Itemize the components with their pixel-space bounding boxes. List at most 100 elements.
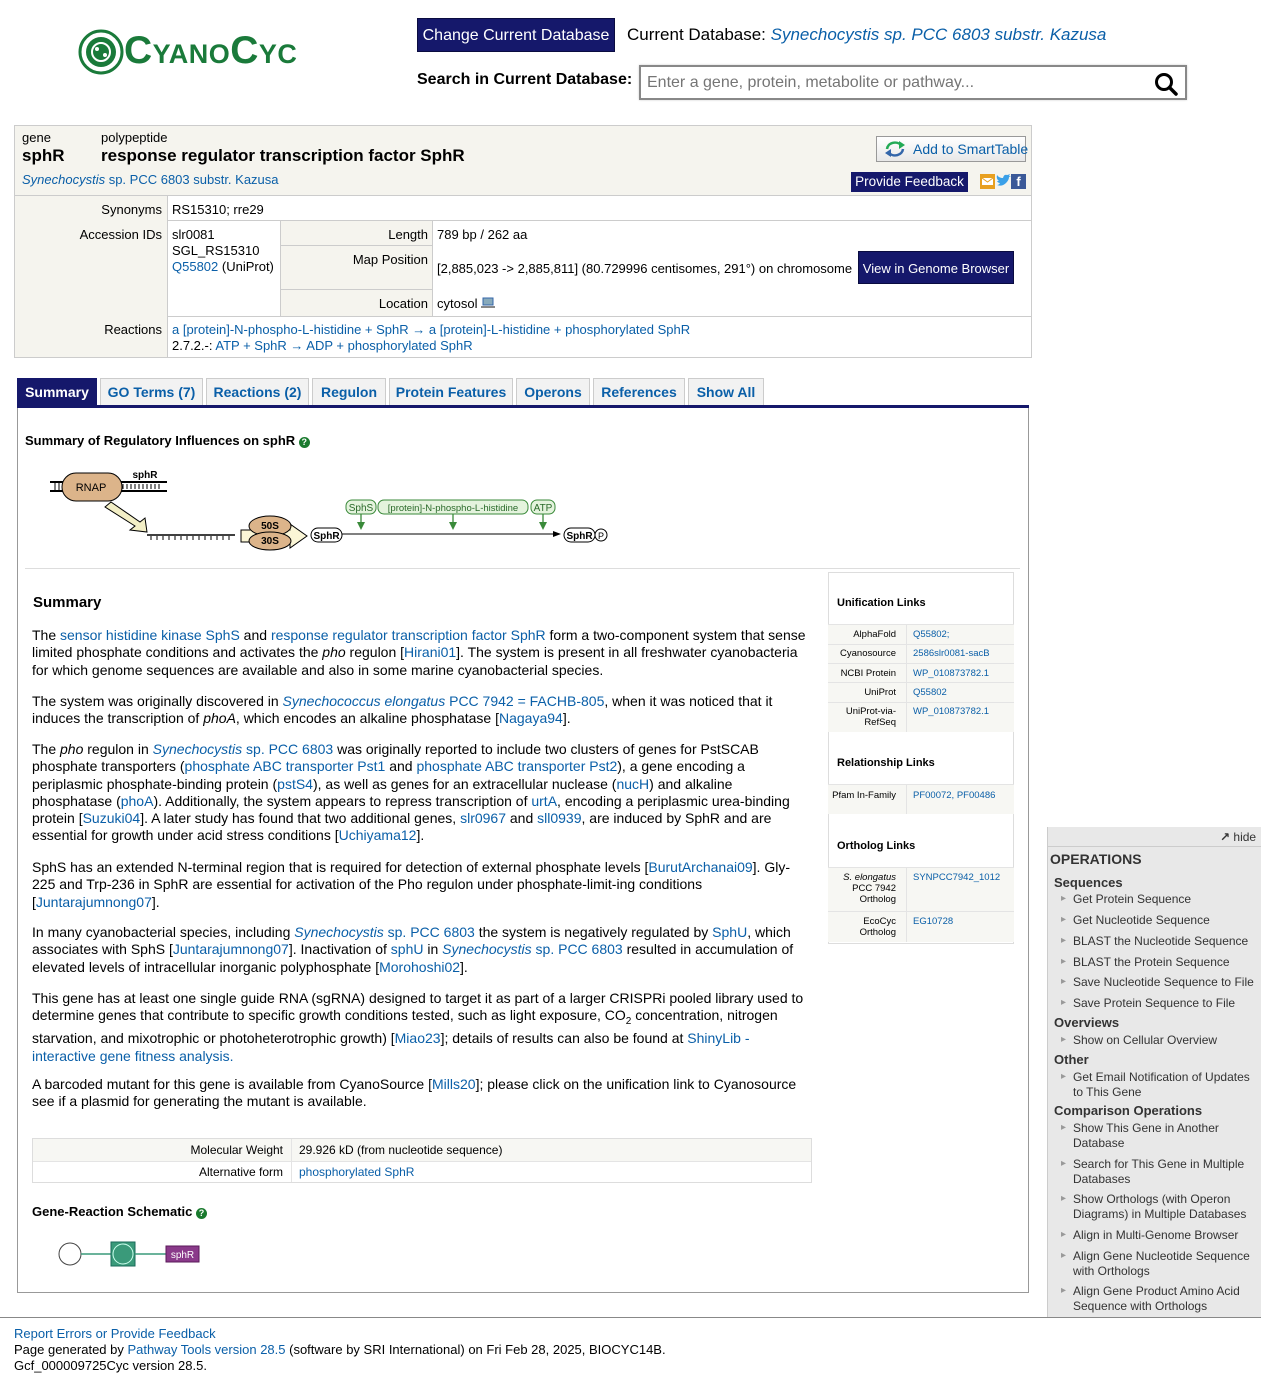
tab-regulon[interactable]: Regulon	[312, 378, 386, 406]
gene-name: sphR	[22, 146, 65, 165]
operations-item[interactable]: Show on Cellular Overview	[1061, 1033, 1258, 1048]
operations-item[interactable]: Get Nucleotide Sequence	[1061, 913, 1258, 928]
inline-link[interactable]: sp. PCC 6803	[532, 941, 623, 957]
cyanosource-link[interactable]: 2586slr0081-sacB	[913, 648, 990, 659]
inline-link[interactable]: Morohoshi02	[379, 959, 460, 975]
tab-summary[interactable]: Summary	[17, 378, 97, 406]
operations-item[interactable]: Search for This Gene in Multiple Databas…	[1061, 1157, 1258, 1186]
operations-item[interactable]: Show This Gene in Another Database	[1061, 1121, 1258, 1150]
ncbi-protein-link[interactable]: WP_010873782.1	[913, 668, 989, 679]
search-input[interactable]	[645, 72, 1150, 94]
inline-link[interactable]: phosphate ABC transporter Pst1	[185, 758, 386, 774]
add-to-smarttable-button[interactable]: Add to SmartTable	[876, 136, 1029, 162]
inline-link[interactable]: Synechocystis	[442, 941, 531, 957]
add-to-smarttable-label: Add to SmartTable	[913, 141, 1029, 157]
operations-item[interactable]: Align Gene Nucleotide Sequence with Orth…	[1061, 1249, 1258, 1278]
tab-protein-features[interactable]: Protein Features	[389, 378, 513, 406]
help-icon[interactable]: ?	[298, 437, 310, 448]
uniprot-link[interactable]: Q55802	[913, 687, 947, 698]
inline-link[interactable]: pstS4	[277, 776, 313, 792]
tab-go-terms[interactable]: GO Terms (7)	[100, 378, 203, 406]
accession-values: slr0081 SGL_RS15310 Q55802 (UniProt)	[172, 227, 274, 274]
inline-link[interactable]: Miao23	[395, 1030, 441, 1046]
unification-label: UniProt	[864, 687, 896, 698]
ortholog-link[interactable]: SYNPCC7942_1012	[913, 872, 1000, 883]
inline-link[interactable]: Suzuki04	[83, 810, 141, 826]
inline-link[interactable]: Synechococcus elongatus	[283, 693, 446, 709]
inline-link[interactable]: sensor histidine kinase SphS	[60, 627, 240, 643]
inline-link[interactable]: slr0967	[460, 810, 506, 826]
inline-link[interactable]: Nagaya94	[499, 710, 563, 726]
svg-text:ATP: ATP	[534, 503, 553, 514]
operations-item[interactable]: Align Gene Product Amino Acid Sequence w…	[1061, 1284, 1258, 1313]
genome-browser-button[interactable]: View in Genome Browser	[858, 251, 1014, 284]
alphafold-link[interactable]: Q55802;	[913, 629, 949, 640]
hide-operations-link[interactable]: ↗ hide	[1220, 830, 1256, 844]
inline-link[interactable]: sll0939	[537, 810, 581, 826]
uniprot-link[interactable]: Q55802	[172, 259, 218, 274]
reaction-link[interactable]: ATP + SphR → ADP + phosphorylated SphR	[215, 338, 472, 353]
search-icon[interactable]	[1153, 71, 1179, 97]
inline-link[interactable]: BurutArchanai09	[648, 859, 752, 875]
inline-link[interactable]: sphU	[391, 941, 424, 957]
inline-link[interactable]: Mills20	[432, 1076, 476, 1092]
organism-link[interactable]: Synechocystis sp. PCC 6803 substr. Kazus…	[22, 172, 279, 187]
operations-item[interactable]: Get Protein Sequence	[1061, 892, 1258, 907]
cyanocyc-logo-icon[interactable]	[78, 29, 124, 75]
location-value: cytosol	[437, 296, 496, 311]
inline-link[interactable]: sp. PCC 6803	[384, 924, 475, 940]
facebook-icon[interactable]: f	[1011, 174, 1026, 189]
cell-location-icon[interactable]	[481, 297, 496, 309]
schematic-title: Gene-Reaction Schematic ?	[32, 1204, 208, 1219]
help-icon[interactable]: ?	[196, 1208, 208, 1219]
pfam-links[interactable]: PF00072, PF00486	[913, 790, 995, 801]
search-box	[639, 65, 1187, 100]
logo-text[interactable]: CyanoCyc	[124, 29, 297, 73]
uniprot-refseq-link[interactable]: WP_010873782.1	[913, 706, 989, 717]
twitter-icon[interactable]	[996, 174, 1011, 189]
inline-link[interactable]: sp. PCC 6803	[242, 741, 333, 757]
unification-links-title: Unification Links	[837, 597, 926, 609]
ortholog-link[interactable]: EG10728	[913, 916, 953, 927]
inline-link[interactable]: Juntarajumnong07	[173, 941, 289, 957]
change-database-button[interactable]: Change Current Database	[417, 18, 615, 52]
operations-item[interactable]: Align in Multi-Genome Browser	[1061, 1228, 1258, 1243]
inline-link[interactable]: Uchiyama12	[339, 827, 417, 843]
reaction-link[interactable]: a [protein]-N-phospho-L-histidine + SphR…	[172, 322, 690, 338]
inline-link[interactable]: Synechocystis	[153, 741, 242, 757]
unification-label: UniProt-via-RefSeq	[845, 706, 896, 728]
operations-item[interactable]: BLAST the Protein Sequence	[1061, 955, 1258, 970]
operations-item[interactable]: Save Nucleotide Sequence to File	[1061, 975, 1258, 990]
email-icon[interactable]	[980, 174, 995, 189]
tab-operons[interactable]: Operons	[516, 378, 590, 406]
inline-link[interactable]: phoA	[121, 793, 154, 809]
provide-feedback-button[interactable]: Provide Feedback	[851, 172, 968, 192]
inline-link[interactable]: response regulator transcription factor …	[271, 627, 546, 643]
pathway-tools-link[interactable]: Pathway Tools version 28.5	[127, 1342, 285, 1357]
summary-paragraph: In many cyanobacterial species, includin…	[32, 924, 794, 975]
inline-link[interactable]: urtA	[531, 793, 557, 809]
summary-paragraph: The sensor histidine kinase SphS and res…	[32, 627, 806, 678]
inline-link[interactable]: SphU	[712, 924, 747, 940]
unification-label: Cyanosource	[840, 648, 896, 659]
operations-item[interactable]: Save Protein Sequence to File	[1061, 996, 1258, 1011]
mw-value: 29.926 kD (from nucleotide sequence)	[299, 1143, 503, 1157]
tab-reactions[interactable]: Reactions (2)	[206, 378, 309, 406]
current-database-link[interactable]: Synechocystis sp. PCC 6803 substr. Kazus…	[771, 25, 1107, 44]
tab-show-all[interactable]: Show All	[688, 378, 764, 406]
report-errors-link[interactable]: Report Errors or Provide Feedback	[14, 1326, 216, 1341]
inline-link[interactable]: phosphate ABC transporter Pst2	[416, 758, 617, 774]
refresh-arrows-icon	[885, 141, 905, 157]
inline-link[interactable]: PCC 7942 = FACHB-805	[445, 693, 604, 709]
operations-item[interactable]: Show Orthologs (with Operon Diagrams) in…	[1061, 1192, 1258, 1221]
inline-link[interactable]: Hirani01	[404, 644, 456, 660]
operations-item[interactable]: BLAST the Nucleotide Sequence	[1061, 934, 1258, 949]
tab-references[interactable]: References	[593, 378, 685, 406]
inline-link[interactable]: Synechocystis	[294, 924, 383, 940]
gene-kind: gene	[22, 130, 51, 145]
alt-form-link[interactable]: phosphorylated SphR	[299, 1165, 414, 1179]
operations-item[interactable]: Get Email Notification of Updates to Thi…	[1061, 1070, 1258, 1099]
inline-link[interactable]: nucH	[616, 776, 649, 792]
inline-link[interactable]: ShinyLib - interactive gene fitness anal…	[32, 1030, 750, 1063]
inline-link[interactable]: Juntarajumnong07	[36, 894, 152, 910]
